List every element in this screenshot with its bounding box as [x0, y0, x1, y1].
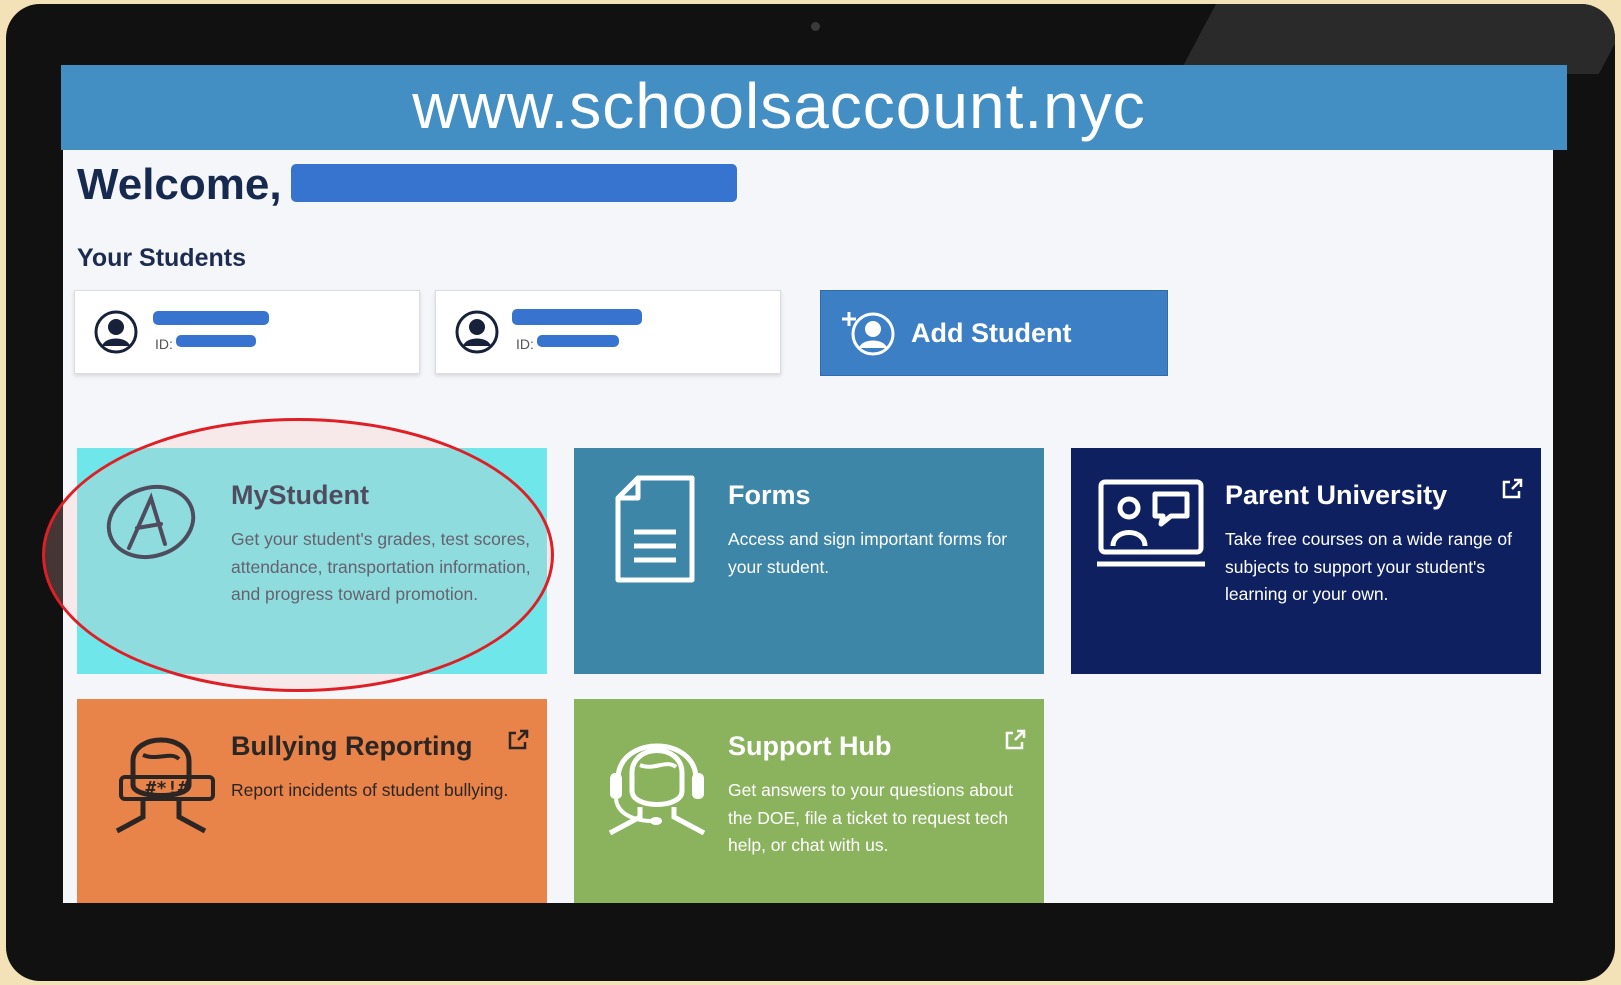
student-id-label: ID: [516, 336, 534, 352]
bullying-person-icon: #*!# [115, 737, 215, 834]
headset-agent-icon [608, 743, 706, 836]
grade-a-icon [106, 485, 196, 559]
support-hub-description: Get answers to your questions about the … [728, 780, 1014, 855]
redacted-student-name [153, 311, 269, 325]
add-student-button[interactable]: Add Student [820, 290, 1168, 376]
parent-university-tile[interactable]: Parent University Take free courses on a… [1071, 448, 1541, 674]
url-banner: www.schoolsaccount.nyc [61, 65, 1567, 150]
external-link-icon [508, 729, 529, 750]
url-text: www.schoolsaccount.nyc [412, 69, 1146, 142]
student-avatar-icon [455, 310, 499, 354]
external-link-icon [1005, 729, 1026, 750]
parent-university-description: Take free courses on a wide range of sub… [1225, 529, 1512, 604]
support-hub-title: Support Hub [728, 731, 892, 761]
device-sheen [1178, 4, 1615, 74]
redacted-student-name [512, 309, 642, 325]
portal-screen: Welcome, Your Students ID: ID: Add Stude… [63, 148, 1553, 903]
forms-title: Forms [728, 480, 811, 510]
external-link-icon [1502, 478, 1523, 499]
add-student-label: Add Student [911, 317, 1072, 348]
bullying-reporting-description: Report incidents of student bullying. [231, 780, 509, 800]
student-card[interactable]: ID: [435, 290, 781, 374]
mystudent-tile[interactable]: MyStudent Get your student's grades, tes… [77, 448, 547, 674]
redacted-name [291, 164, 737, 202]
mystudent-title: MyStudent [231, 480, 369, 510]
student-card[interactable]: ID: [74, 290, 420, 374]
parent-university-title: Parent University [1225, 480, 1448, 510]
student-id-label: ID: [155, 336, 173, 352]
support-hub-tile[interactable]: Support Hub Get answers to your question… [574, 699, 1044, 903]
your-students-heading: Your Students [77, 244, 246, 272]
bullying-reporting-title: Bullying Reporting [231, 731, 473, 761]
forms-description: Access and sign important forms for your… [728, 529, 1008, 577]
redacted-student-id [176, 335, 256, 347]
camera-dot [811, 22, 820, 31]
add-user-icon [842, 312, 895, 356]
student-avatar-icon [94, 310, 138, 354]
redacted-student-id [537, 335, 619, 347]
bullying-reporting-tile[interactable]: #*!# Bullying Reporting Report incidents… [77, 699, 547, 903]
document-icon [615, 475, 695, 583]
forms-tile[interactable]: Forms Access and sign important forms fo… [574, 448, 1044, 674]
welcome-heading: Welcome, [77, 160, 282, 209]
online-class-icon [1097, 479, 1205, 567]
mystudent-description: Get your student's grades, test scores, … [231, 529, 531, 604]
svg-text:#*!#: #*!# [145, 778, 189, 799]
